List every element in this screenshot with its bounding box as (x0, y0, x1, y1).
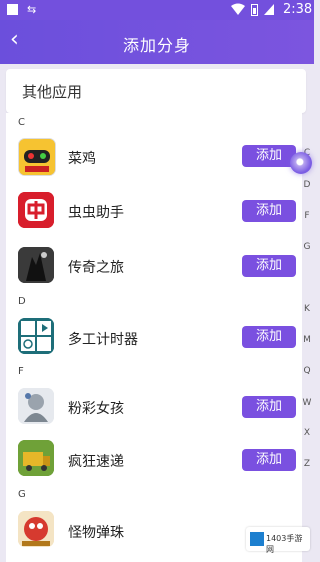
notification-square-icon (7, 4, 18, 15)
add-button[interactable]: 添加 (242, 200, 296, 222)
index-letter[interactable]: K (300, 304, 314, 314)
section-header-title: 其他应用 (22, 83, 83, 101)
monster-app-icon (18, 511, 54, 547)
section-header-card: 其他应用 (6, 69, 306, 113)
notification-icon: ⇆ (27, 3, 37, 16)
index-letter[interactable]: W (300, 398, 314, 408)
floating-ball-icon[interactable] (290, 152, 312, 174)
app-name: 怪物弹珠 (68, 525, 124, 541)
add-button[interactable]: 添加 (242, 145, 296, 167)
app-name: 虫虫助手 (68, 205, 124, 221)
chongchong-app-icon (18, 192, 54, 228)
section-letter-f: F (18, 366, 24, 377)
watermark-text: 1403手游网 (266, 534, 303, 554)
index-letter[interactable]: Z (300, 459, 314, 469)
chuanqi-app-icon (18, 247, 54, 283)
caiji-app-icon (18, 138, 56, 176)
app-name: 多工计时器 (68, 332, 138, 348)
page-title: 添加分身 (122, 36, 191, 55)
index-letter[interactable]: M (300, 335, 314, 345)
index-letter[interactable]: F (300, 211, 314, 221)
watermark: 1403手游网 (246, 527, 310, 554)
app-name: 菜鸡 (68, 151, 96, 167)
app-name: 疯狂速递 (68, 454, 124, 470)
watermark-logo-icon (250, 532, 264, 546)
index-letter[interactable]: G (300, 242, 314, 252)
delivery-app-icon (18, 440, 54, 476)
title-bar: ‹ 添加分身 (0, 20, 314, 64)
add-button[interactable]: 添加 (242, 396, 296, 418)
signal-icon (264, 4, 274, 15)
add-button[interactable]: 添加 (242, 255, 296, 277)
index-letter[interactable]: X (300, 428, 314, 438)
wifi-icon (231, 3, 245, 18)
section-letter-g: G (18, 489, 26, 500)
status-time: 2:38 (283, 2, 313, 17)
timer-app-icon (18, 318, 54, 354)
app-name: 粉彩女孩 (68, 401, 124, 417)
app-list[interactable]: C 菜鸡 添加 虫虫助手 添加 传奇之旅 添加 D 多工计时器 添加 F 粉彩女… (6, 113, 302, 562)
status-bar: ⇆ 2:38 (0, 0, 314, 20)
index-letter[interactable]: Q (300, 366, 314, 376)
section-letter-d: D (18, 296, 26, 307)
index-letter[interactable]: D (300, 180, 314, 190)
add-button[interactable]: 添加 (242, 326, 296, 348)
battery-icon (251, 4, 258, 16)
section-letter-c: C (18, 117, 25, 128)
fencai-app-icon (18, 388, 54, 424)
add-button[interactable]: 添加 (242, 449, 296, 471)
app-name: 传奇之旅 (68, 260, 124, 276)
